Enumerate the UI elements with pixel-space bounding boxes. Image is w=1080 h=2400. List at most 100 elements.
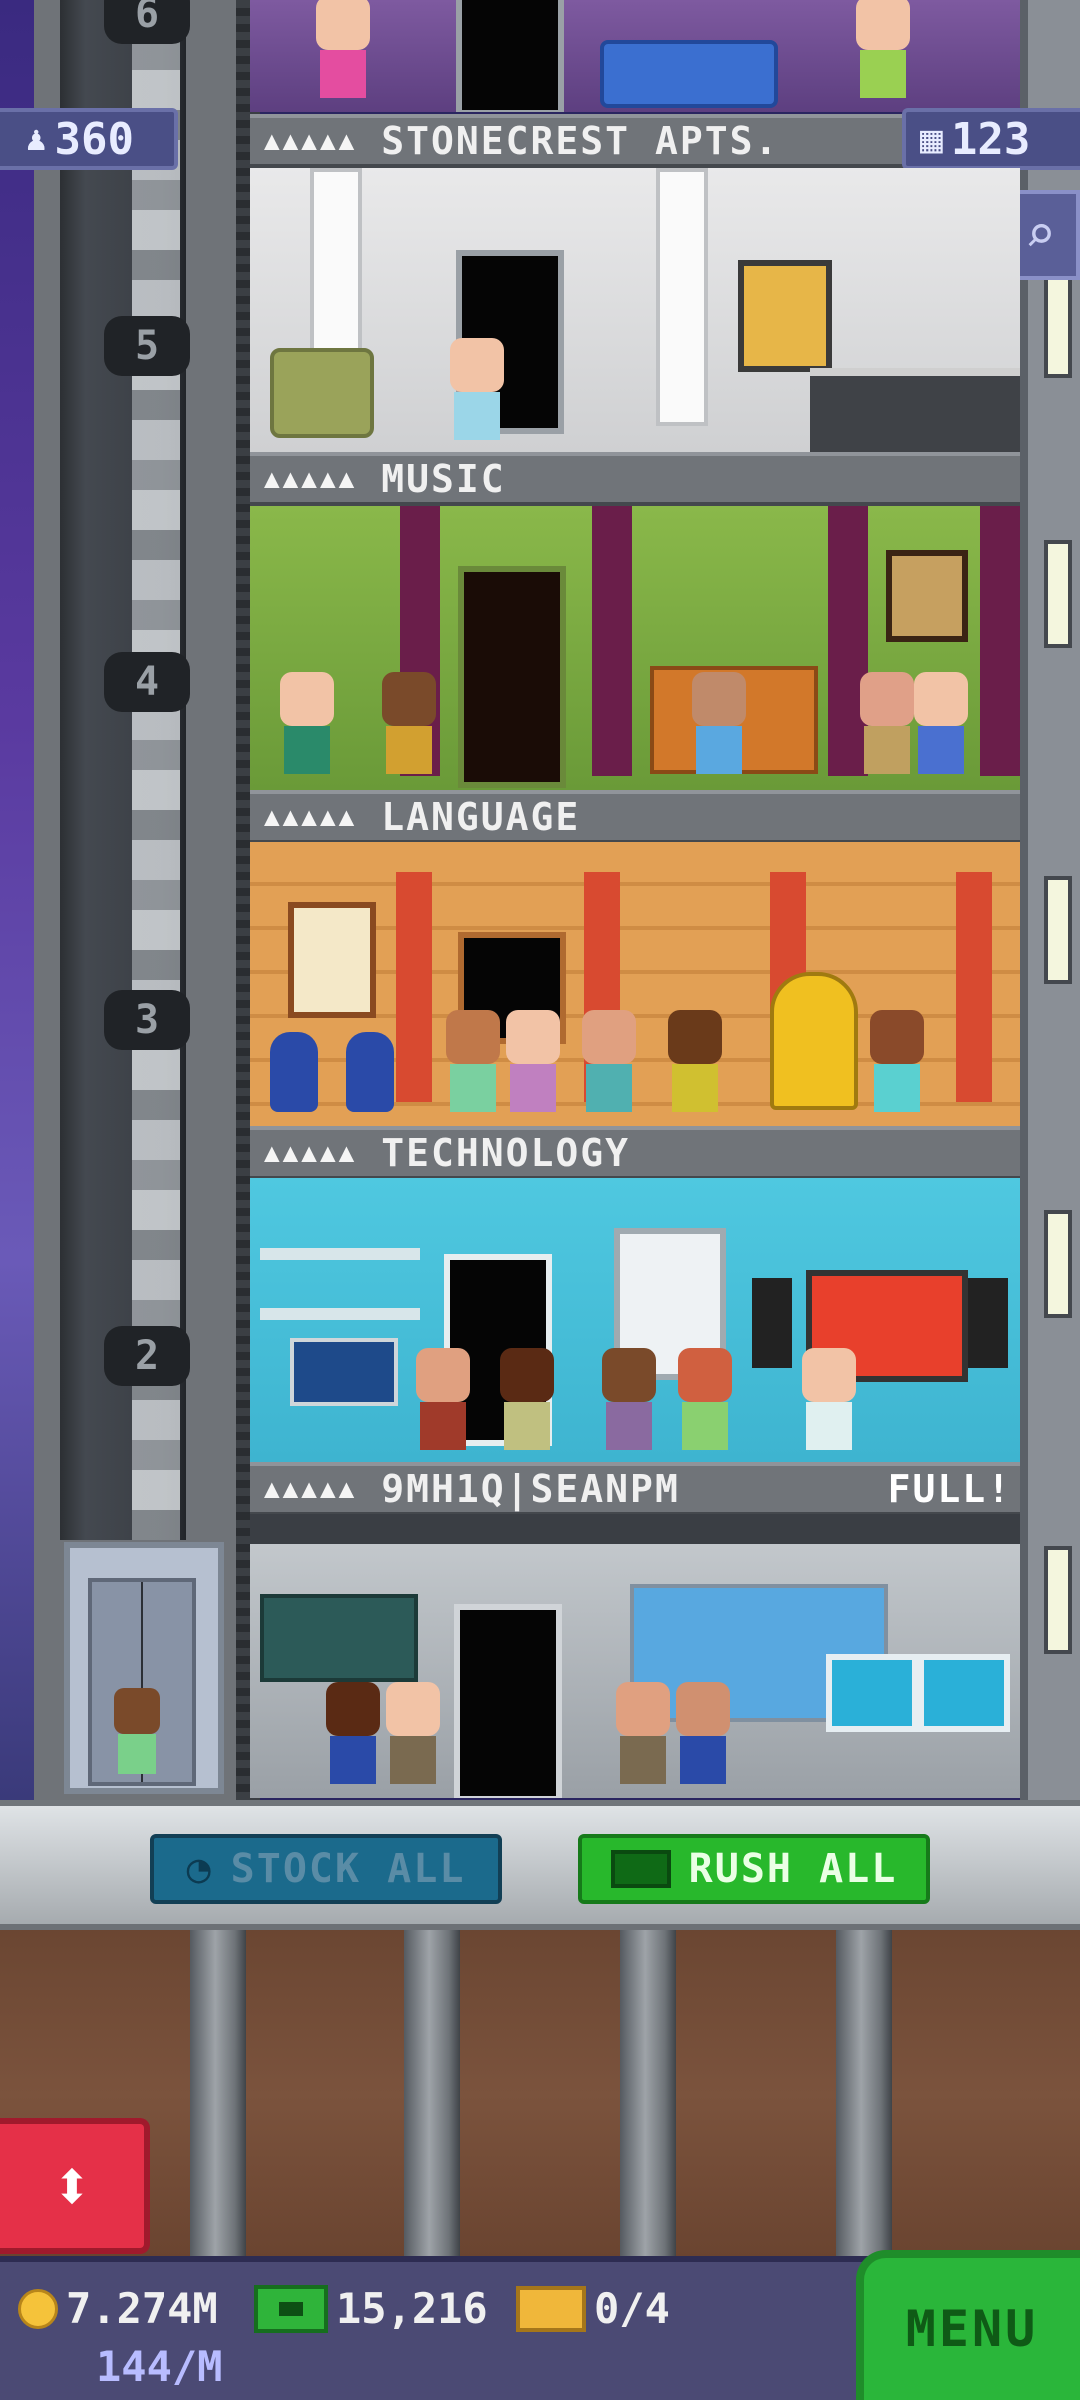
floor-count-badge[interactable]: ▦ 123 <box>902 108 1080 170</box>
up-down-arrows-icon: ⬍ <box>50 2145 94 2227</box>
resident[interactable] <box>310 0 376 106</box>
coins-value: 7.274M <box>66 2284 218 2333</box>
bux-display[interactable]: 15,216 <box>254 2284 488 2333</box>
floor-label[interactable]: ▲▲▲▲▲ TECHNOLOGY <box>250 1126 1020 1180</box>
wall-frame <box>886 550 968 642</box>
couch <box>600 40 778 108</box>
star-rating: ▲▲▲▲▲ <box>264 802 358 832</box>
population-badge[interactable]: ♟ 360 <box>0 108 178 170</box>
room-lobby[interactable] <box>250 1514 1020 1798</box>
coin-rate: 144/M <box>96 2342 222 2391</box>
visitor[interactable] <box>576 1010 642 1120</box>
floor-name: LANGUAGE <box>381 795 581 839</box>
menu-label: MENU <box>905 2300 1039 2358</box>
support-pillar <box>190 1930 246 2260</box>
worker[interactable] <box>662 1010 728 1120</box>
resident[interactable] <box>444 338 510 448</box>
room-music[interactable] <box>250 506 1020 790</box>
elevator-floor-number: 5 <box>104 316 190 376</box>
star-rating: ▲▲▲▲▲ <box>264 1474 358 1504</box>
column <box>396 872 432 1102</box>
speaker <box>752 1278 792 1368</box>
tickets-display[interactable]: 0/4 <box>516 2284 670 2333</box>
star-rating: ▲▲▲▲▲ <box>264 126 358 156</box>
curtain <box>592 506 632 776</box>
action-bar: ◔ STOCK ALL RUSH ALL <box>0 1800 1080 1930</box>
worker[interactable] <box>864 1010 930 1120</box>
speaker <box>968 1278 1008 1368</box>
music-door <box>458 566 566 788</box>
lobby-door <box>454 1604 562 1798</box>
visitor[interactable] <box>494 1348 560 1458</box>
pillar <box>656 168 708 426</box>
floor-label[interactable]: ▲▲▲▲▲ LANGUAGE <box>250 790 1020 844</box>
support-pillar <box>836 1930 892 2260</box>
room-language[interactable] <box>250 842 1020 1126</box>
visitor[interactable] <box>376 672 442 782</box>
worker[interactable] <box>596 1348 662 1458</box>
rush-all-button[interactable]: RUSH ALL <box>578 1834 930 1904</box>
elevator-car[interactable] <box>64 1542 224 1794</box>
building-window <box>1044 270 1072 378</box>
bux-icon <box>254 2284 328 2333</box>
bux-value: 15,216 <box>336 2284 488 2333</box>
bux-icon <box>610 1850 671 1888</box>
room-apartments[interactable] <box>250 0 1020 112</box>
visitor[interactable] <box>796 1348 862 1458</box>
elevator-floor-number: 4 <box>104 652 190 712</box>
room-residence[interactable] <box>250 168 1020 452</box>
staff[interactable] <box>670 1682 736 1792</box>
vase <box>270 1032 318 1112</box>
kitchen-counter <box>810 368 1020 452</box>
coins-display[interactable]: 7.274M <box>18 2284 218 2333</box>
tickets-value: 0/4 <box>594 2284 670 2333</box>
population-count: 360 <box>54 113 134 165</box>
scroll-painting <box>288 902 376 1018</box>
menu-button[interactable]: MENU <box>856 2250 1080 2400</box>
floor-name: 9MH1Q|SEANPM <box>381 1467 680 1511</box>
floor-label[interactable]: ▲▲▲▲▲ 9MH1Q|SEANPM FULL! <box>250 1462 1020 1516</box>
column <box>956 872 992 1102</box>
visitor[interactable] <box>410 1348 476 1458</box>
staff[interactable] <box>610 1682 676 1792</box>
person-icon: ♟ <box>26 119 47 159</box>
elevator-shaft[interactable] <box>34 0 260 1800</box>
shelf <box>260 1308 420 1320</box>
full-status: FULL! <box>887 1467 1012 1511</box>
elevator-floor-number: 2 <box>104 1326 190 1386</box>
rush-all-label: RUSH ALL <box>688 1846 898 1892</box>
magnifier-icon: ⌕ <box>1024 205 1056 265</box>
worker[interactable] <box>672 1348 738 1458</box>
staff[interactable] <box>380 1682 446 1792</box>
basement <box>0 1930 1080 2260</box>
resident[interactable] <box>850 0 916 106</box>
visitor[interactable] <box>908 672 974 782</box>
elevator-toggle-button[interactable]: ⬍ <box>0 2118 150 2254</box>
visitor[interactable] <box>500 1010 566 1120</box>
coin-rate-value: 144/M <box>96 2342 223 2391</box>
worker[interactable] <box>686 672 752 782</box>
wall-painting <box>738 260 832 372</box>
clock-icon: ◔ <box>186 1846 213 1892</box>
visitor[interactable] <box>440 1010 506 1120</box>
building-icon: ▦ <box>920 117 943 161</box>
support-pillar <box>404 1930 460 2260</box>
floor-label[interactable]: ▲▲▲▲▲ MUSIC <box>250 452 1020 506</box>
star-rating: ▲▲▲▲▲ <box>264 1138 358 1168</box>
vase <box>346 1032 394 1112</box>
building-window <box>1044 1546 1072 1654</box>
visitor[interactable] <box>274 672 340 782</box>
shaft-wall <box>132 0 180 1540</box>
monitor <box>918 1654 1010 1732</box>
floor-name: STONECREST APTS. <box>381 119 780 163</box>
shelf <box>260 1248 420 1260</box>
armchair <box>270 348 374 438</box>
stock-all-button[interactable]: ◔ STOCK ALL <box>150 1834 502 1904</box>
curtain <box>980 506 1020 776</box>
elevator-rider[interactable] <box>110 1688 164 1778</box>
room-technology[interactable] <box>250 1178 1020 1462</box>
sky-background <box>0 0 34 1800</box>
support-pillar <box>620 1930 676 2260</box>
monitor <box>826 1654 918 1732</box>
staff[interactable] <box>320 1682 386 1792</box>
